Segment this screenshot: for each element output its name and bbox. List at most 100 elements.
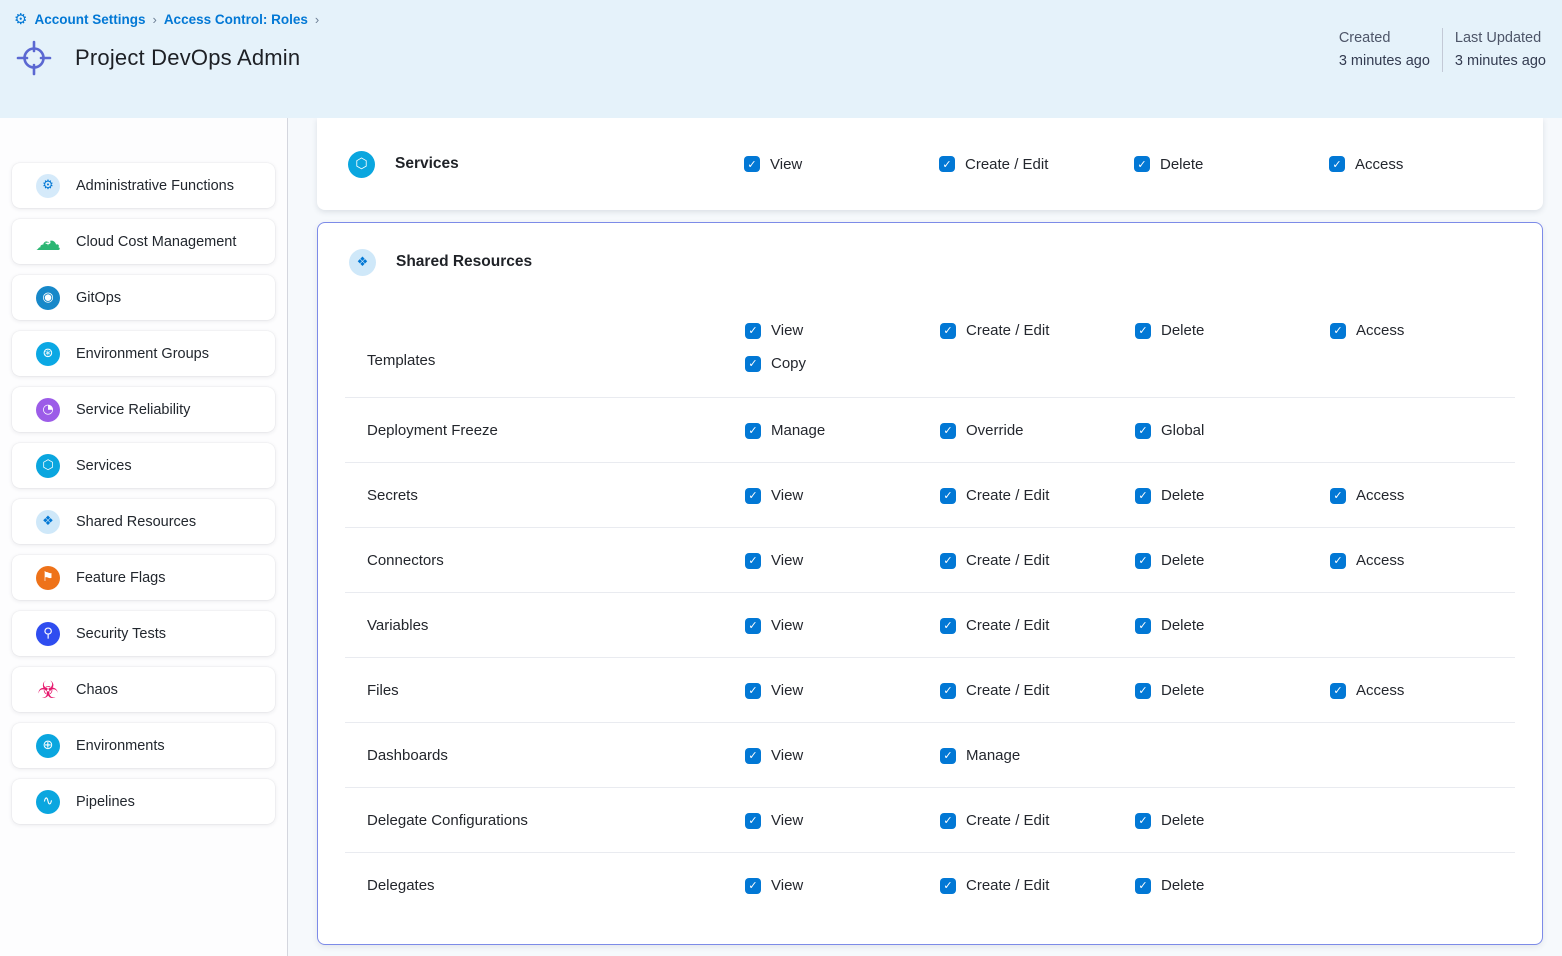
checkbox-checked-icon[interactable]: ✓ — [745, 323, 761, 339]
checkbox-checked-icon[interactable]: ✓ — [1135, 878, 1151, 894]
services-card-title: Services — [395, 155, 459, 173]
checkbox-checked-icon[interactable]: ✓ — [1135, 813, 1151, 829]
permission-checkbox[interactable]: ✓ Create / Edit — [940, 487, 1135, 504]
checkbox-checked-icon[interactable]: ✓ — [745, 878, 761, 894]
checkbox-checked-icon[interactable]: ✓ — [1135, 618, 1151, 634]
permission-checkbox[interactable]: ✓ Create / Edit — [940, 617, 1135, 634]
permission-checkbox[interactable]: ✓ View — [745, 682, 940, 699]
checkbox-checked-icon[interactable]: ✓ — [940, 748, 956, 764]
permission-checkbox[interactable]: ✓ Delete — [1135, 877, 1330, 894]
permission-label: Copy — [771, 355, 806, 372]
sidebar-item-pipelines[interactable]: ∿ Pipelines — [12, 779, 275, 824]
checkbox-checked-icon[interactable]: ✓ — [745, 618, 761, 634]
checkbox-checked-icon[interactable]: ✓ — [1330, 323, 1346, 339]
sidebar-item-services[interactable]: ⬡ Services — [12, 443, 275, 488]
breadcrumb-access-control-roles[interactable]: Access Control: Roles — [164, 12, 308, 27]
sidebar-item-administrative-functions[interactable]: ⚙ Administrative Functions — [12, 163, 275, 208]
checkbox-checked-icon[interactable]: ✓ — [1135, 323, 1151, 339]
permission-checkbox[interactable]: ✓ View — [745, 552, 940, 569]
checkbox-checked-icon[interactable]: ✓ — [940, 683, 956, 699]
sidebar-item-gitops[interactable]: ◉ GitOps — [12, 275, 275, 320]
checkbox-checked-icon[interactable]: ✓ — [940, 878, 956, 894]
permission-label: Delete — [1161, 812, 1204, 829]
permission-checkbox[interactable]: ✓ View — [745, 877, 940, 894]
permission-checkbox[interactable]: ✓ Create / Edit — [940, 552, 1135, 569]
permission-label: Access — [1356, 552, 1404, 569]
resource-label: Delegate Configurations — [318, 812, 745, 829]
resource-label: Secrets — [318, 487, 745, 504]
checkbox-checked-icon[interactable]: ✓ — [745, 813, 761, 829]
permission-checkbox[interactable]: ✓ Access — [1330, 552, 1525, 569]
sidebar-item-service-reliability[interactable]: ◔ Service Reliability — [12, 387, 275, 432]
checkbox-checked-icon[interactable]: ✓ — [940, 323, 956, 339]
checkbox-checked-icon[interactable]: ✓ — [1135, 553, 1151, 569]
services-hexagon-icon: ⬡ — [348, 151, 375, 178]
chaos-pinwheel-icon: ☣ — [36, 678, 60, 702]
permission-checkbox[interactable]: ✓ Override — [940, 422, 1135, 439]
permission-checkbox[interactable]: ✓ View — [744, 156, 939, 173]
resource-label: Deployment Freeze — [318, 422, 745, 439]
permission-checkbox[interactable]: ✓ Delete — [1135, 487, 1330, 504]
checkbox-checked-icon[interactable]: ✓ — [745, 423, 761, 439]
permission-checkbox[interactable]: ✓ Delete — [1135, 682, 1330, 699]
checkbox-checked-icon[interactable]: ✓ — [745, 553, 761, 569]
checkbox-checked-icon[interactable]: ✓ — [744, 156, 760, 172]
checkbox-checked-icon[interactable]: ✓ — [939, 156, 955, 172]
checkbox-checked-icon[interactable]: ✓ — [1135, 423, 1151, 439]
shared-resources-title-group: ❖ Shared Resources — [318, 249, 745, 276]
checkbox-checked-icon[interactable]: ✓ — [1135, 488, 1151, 504]
perm-col-4: ✓ Access — [1330, 322, 1525, 339]
permission-checkbox[interactable]: ✓ Delete — [1135, 617, 1330, 634]
permission-checkbox[interactable]: ✓ Copy — [745, 355, 940, 372]
permission-label: Access — [1355, 156, 1403, 173]
permission-checkbox[interactable]: ✓ Delete — [1135, 552, 1330, 569]
permission-checkbox[interactable]: ✓ Create / Edit — [939, 156, 1134, 173]
checkbox-checked-icon[interactable]: ✓ — [745, 683, 761, 699]
checkbox-checked-icon[interactable]: ✓ — [940, 423, 956, 439]
sidebar-item-shared-resources[interactable]: ❖ Shared Resources — [12, 499, 275, 544]
permission-checkbox[interactable]: ✓ Manage — [940, 747, 1135, 764]
permission-checkbox[interactable]: ✓ Create / Edit — [940, 322, 1135, 339]
permission-checkbox[interactable]: ✓ Access — [1330, 682, 1525, 699]
checkbox-checked-icon[interactable]: ✓ — [1329, 156, 1345, 172]
breadcrumb-account-settings[interactable]: Account Settings — [34, 12, 145, 27]
permission-checkbox[interactable]: ✓ View — [745, 747, 940, 764]
permission-checkbox[interactable]: ✓ Create / Edit — [940, 877, 1135, 894]
permission-checkbox[interactable]: ✓ Global — [1135, 422, 1330, 439]
resource-row-files: Files ✓ View ✓ Create / Edit ✓ Delete ✓ … — [318, 658, 1542, 723]
perm-col-1: ✓ View — [745, 617, 940, 634]
sidebar-item-security-tests[interactable]: ⚲ Security Tests — [12, 611, 275, 656]
checkbox-checked-icon[interactable]: ✓ — [1330, 553, 1346, 569]
permission-checkbox[interactable]: ✓ Create / Edit — [940, 812, 1135, 829]
sidebar-item-chaos[interactable]: ☣ Chaos — [12, 667, 275, 712]
permission-checkbox[interactable]: ✓ Access — [1329, 156, 1524, 173]
sidebar-item-cloud-cost-management[interactable]: ☁$ Cloud Cost Management — [12, 219, 275, 264]
sidebar-item-environment-groups[interactable]: ⊛ Environment Groups — [12, 331, 275, 376]
checkbox-checked-icon[interactable]: ✓ — [940, 618, 956, 634]
checkbox-checked-icon[interactable]: ✓ — [745, 356, 761, 372]
permission-checkbox[interactable]: ✓ Create / Edit — [940, 682, 1135, 699]
checkbox-checked-icon[interactable]: ✓ — [1330, 488, 1346, 504]
permission-checkbox[interactable]: ✓ View — [745, 812, 940, 829]
resource-row-deployment-freeze: Deployment Freeze ✓ Manage ✓ Override ✓ … — [318, 398, 1542, 463]
checkbox-checked-icon[interactable]: ✓ — [940, 553, 956, 569]
checkbox-checked-icon[interactable]: ✓ — [745, 748, 761, 764]
sidebar-item-feature-flags[interactable]: ⚑ Feature Flags — [12, 555, 275, 600]
permission-checkbox[interactable]: ✓ Delete — [1135, 322, 1330, 339]
checkbox-checked-icon[interactable]: ✓ — [745, 488, 761, 504]
permission-checkbox[interactable]: ✓ View — [745, 617, 940, 634]
checkbox-checked-icon[interactable]: ✓ — [940, 488, 956, 504]
permission-checkbox[interactable]: ✓ Delete — [1135, 812, 1330, 829]
permission-checkbox[interactable]: ✓ View — [745, 487, 940, 504]
permission-checkbox[interactable]: ✓ View — [745, 322, 940, 339]
permission-checkbox[interactable]: ✓ Access — [1330, 322, 1525, 339]
checkbox-checked-icon[interactable]: ✓ — [1330, 683, 1346, 699]
page-header: ⚙ Account Settings › Access Control: Rol… — [0, 0, 1562, 118]
permission-checkbox[interactable]: ✓ Access — [1330, 487, 1525, 504]
permission-checkbox[interactable]: ✓ Manage — [745, 422, 940, 439]
checkbox-checked-icon[interactable]: ✓ — [1135, 683, 1151, 699]
sidebar-item-environments[interactable]: ⊕ Environments — [12, 723, 275, 768]
checkbox-checked-icon[interactable]: ✓ — [1134, 156, 1150, 172]
checkbox-checked-icon[interactable]: ✓ — [940, 813, 956, 829]
permission-checkbox[interactable]: ✓ Delete — [1134, 156, 1329, 173]
